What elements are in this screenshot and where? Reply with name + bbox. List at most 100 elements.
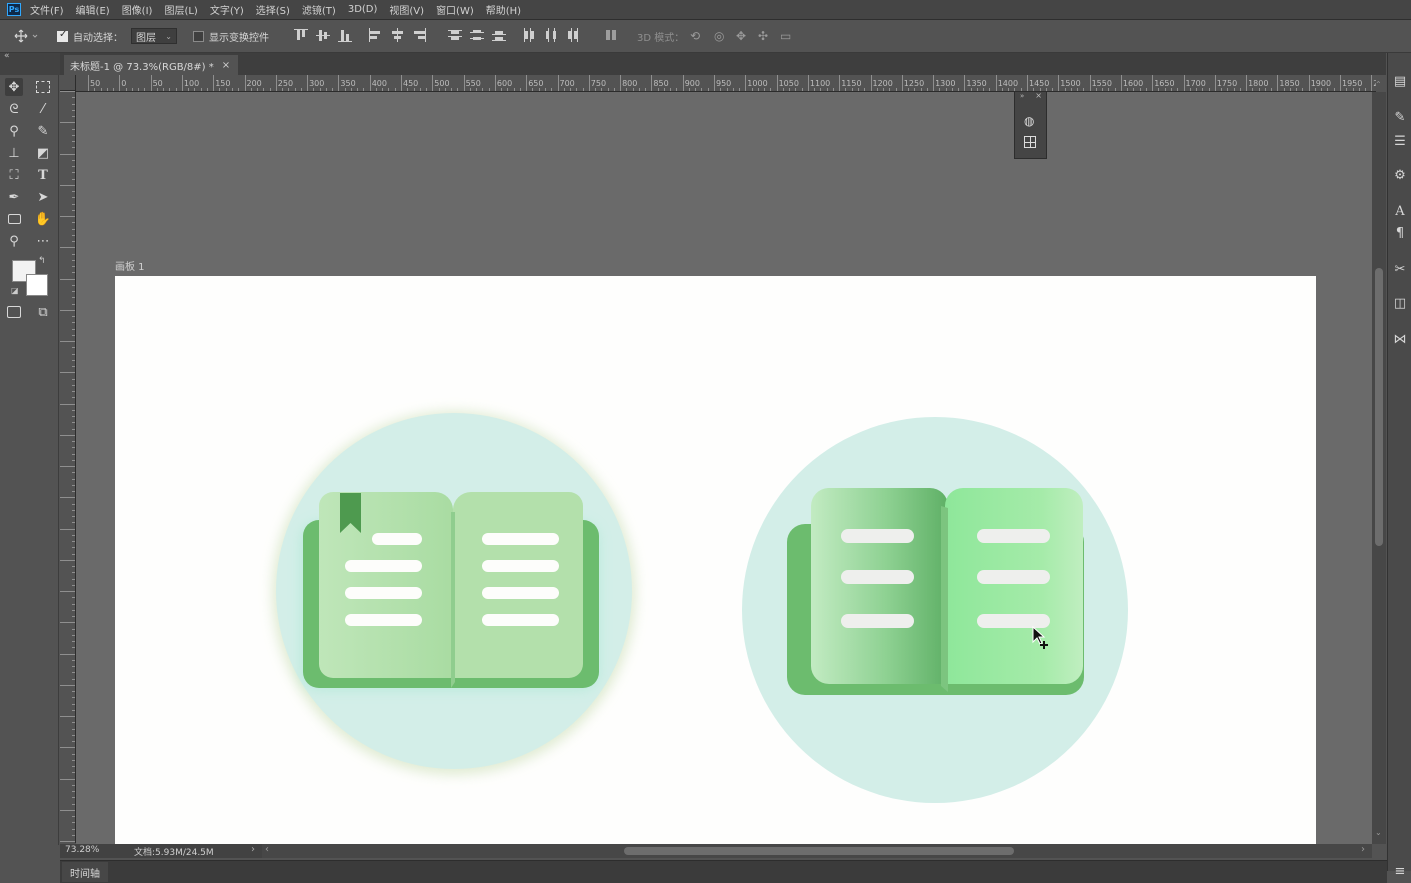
- menu-type[interactable]: 文字(Y): [210, 2, 244, 17]
- distribute-left-icon[interactable]: [522, 28, 536, 42]
- background-color-swatch[interactable]: [26, 274, 48, 296]
- align-hcenter-icon[interactable]: [390, 28, 404, 42]
- close-icon[interactable]: ×: [222, 60, 230, 71]
- distribute-vcenter-icon[interactable]: [470, 28, 484, 42]
- align-left-icon[interactable]: [368, 28, 382, 42]
- adjustments-icon[interactable]: ☰: [1393, 134, 1407, 149]
- glyphs-icon[interactable]: ◫: [1393, 296, 1407, 311]
- ruler-tick: [72, 509, 75, 511]
- lasso-tool-icon[interactable]: ᘓ: [5, 100, 23, 118]
- align-right-icon[interactable]: [412, 28, 426, 42]
- quick-mask-icon[interactable]: [5, 303, 23, 321]
- auto-align-icon[interactable]: [604, 28, 618, 42]
- align-top-icon[interactable]: [294, 28, 308, 42]
- horizontal-ruler[interactable]: 50 0 50 100 150 200 250 300 350 400 450 500 550 600 65…: [76, 75, 1376, 92]
- marquee-tool-icon[interactable]: [34, 78, 52, 96]
- 3d-slide-icon[interactable]: ✣: [758, 20, 768, 52]
- scroll-up-icon[interactable]: ⌃: [1375, 80, 1382, 89]
- default-colors-icon[interactable]: ◪: [11, 286, 19, 295]
- character-icon[interactable]: A: [1393, 204, 1407, 219]
- stamp-icon[interactable]: ⊥: [5, 144, 23, 162]
- horizontal-scroll-thumb[interactable]: [624, 847, 1014, 855]
- hand-icon[interactable]: ✋: [34, 210, 52, 228]
- properties-icon[interactable]: ⚙: [1393, 168, 1407, 183]
- scroll-left-icon[interactable]: ‹: [265, 844, 269, 855]
- distribute-hcenter-icon[interactable]: [544, 28, 558, 42]
- status-menu-arrow-icon[interactable]: ›: [251, 844, 255, 855]
- menu-3d[interactable]: 3D(D): [348, 4, 378, 15]
- zoom-icon[interactable]: ⚲: [5, 232, 23, 250]
- 3d-roll-icon[interactable]: ◎: [714, 20, 724, 52]
- ruler-major-tick: [1152, 75, 1154, 91]
- ruler-origin[interactable]: [60, 75, 76, 91]
- pen-icon[interactable]: ✒: [5, 188, 23, 206]
- gradient-icon[interactable]: ⛶: [5, 166, 23, 184]
- more-tools-icon[interactable]: ⋯: [34, 232, 52, 250]
- ruler-tick: [72, 709, 75, 711]
- ruler-minor-tick: [407, 88, 409, 91]
- distribute-right-icon[interactable]: [566, 28, 580, 42]
- menu-window[interactable]: 窗口(W): [436, 2, 474, 17]
- 3d-rotate-icon[interactable]: ⟲: [690, 20, 700, 52]
- show-transform-checkbox[interactable]: [193, 30, 204, 42]
- artboard-label[interactable]: 画板 1: [115, 258, 145, 273]
- menu-layer[interactable]: 图层(L): [164, 2, 197, 17]
- align-bottom-icon[interactable]: [338, 28, 352, 42]
- eraser-icon[interactable]: ◩: [34, 144, 52, 162]
- rectangle-icon[interactable]: [5, 210, 23, 228]
- move-tool-icon[interactable]: ✥: [5, 78, 23, 96]
- scroll-right-icon[interactable]: ›: [1361, 844, 1365, 855]
- screen-mode-icon[interactable]: ⧉: [34, 303, 52, 321]
- ruler-major-tick: [714, 75, 715, 91]
- distribute-top-icon[interactable]: [448, 28, 462, 42]
- color-palette-icon[interactable]: ◍: [1024, 114, 1034, 128]
- brush-settings-icon[interactable]: ✎: [1393, 110, 1407, 125]
- document-tab[interactable]: 未标题-1 @ 73.3%(RGB/8#) * ×: [64, 55, 239, 75]
- panel-menu-icon[interactable]: ≡: [1393, 864, 1407, 879]
- path-select-icon[interactable]: ➤: [34, 188, 52, 206]
- 3d-pan-icon[interactable]: ✥: [736, 20, 746, 52]
- artboard[interactable]: [115, 276, 1316, 844]
- tools-icon[interactable]: ✂: [1393, 262, 1407, 277]
- brush-icon[interactable]: ✎: [34, 122, 52, 140]
- distribute-bottom-icon[interactable]: [492, 28, 506, 42]
- grid-icon[interactable]: [1024, 136, 1036, 148]
- paragraph-icon[interactable]: ¶: [1393, 226, 1407, 241]
- ruler-tick: [72, 791, 75, 792]
- zoom-level[interactable]: 73.28%: [65, 845, 99, 855]
- ruler-minor-tick: [1133, 88, 1135, 91]
- vertical-ruler[interactable]: [60, 91, 76, 843]
- history-icon[interactable]: ▤: [1393, 74, 1407, 89]
- ruler-tick: [72, 722, 75, 724]
- ruler-minor-tick: [344, 88, 346, 91]
- align-vcenter-icon[interactable]: [316, 28, 330, 42]
- auto-select-target-dropdown[interactable]: 图层 ⌄: [131, 28, 177, 44]
- move-tool-preset[interactable]: [14, 20, 38, 52]
- eyedropper-icon[interactable]: ⚲: [5, 122, 23, 140]
- scroll-down-icon[interactable]: ⌄: [1375, 828, 1382, 837]
- toolbar-header[interactable]: «: [0, 51, 60, 75]
- ruler-minor-tick: [319, 88, 321, 91]
- type-tool-icon[interactable]: T: [34, 166, 52, 184]
- expand-icon[interactable]: »: [1020, 92, 1024, 100]
- timeline-tab[interactable]: 时间轴: [62, 862, 108, 882]
- close-icon[interactable]: ×: [1035, 91, 1042, 100]
- auto-select-checkbox[interactable]: [57, 29, 68, 42]
- vertical-scroll-thumb[interactable]: [1375, 268, 1383, 546]
- app-logo[interactable]: Ps: [7, 3, 21, 16]
- menu-image[interactable]: 图像(I): [122, 2, 153, 17]
- menu-filter[interactable]: 滤镜(T): [302, 2, 336, 17]
- ruler-minor-tick: [1239, 88, 1241, 91]
- menu-help[interactable]: 帮助(H): [486, 2, 521, 17]
- show-transform-label: 显示变换控件: [209, 32, 269, 44]
- swap-colors-icon[interactable]: ↰: [38, 256, 46, 266]
- paths-icon[interactable]: ⋈: [1393, 332, 1407, 347]
- menu-file[interactable]: 文件(F): [30, 2, 64, 17]
- collapse-icon[interactable]: «: [4, 51, 10, 61]
- menu-select[interactable]: 选择(S): [256, 2, 290, 17]
- ruler-minor-tick: [1227, 88, 1229, 91]
- menu-edit[interactable]: 编辑(E): [76, 2, 110, 17]
- menu-view[interactable]: 视图(V): [389, 2, 424, 17]
- magic-wand-icon[interactable]: ⁄: [34, 100, 52, 118]
- 3d-scale-icon[interactable]: ▭: [780, 20, 791, 52]
